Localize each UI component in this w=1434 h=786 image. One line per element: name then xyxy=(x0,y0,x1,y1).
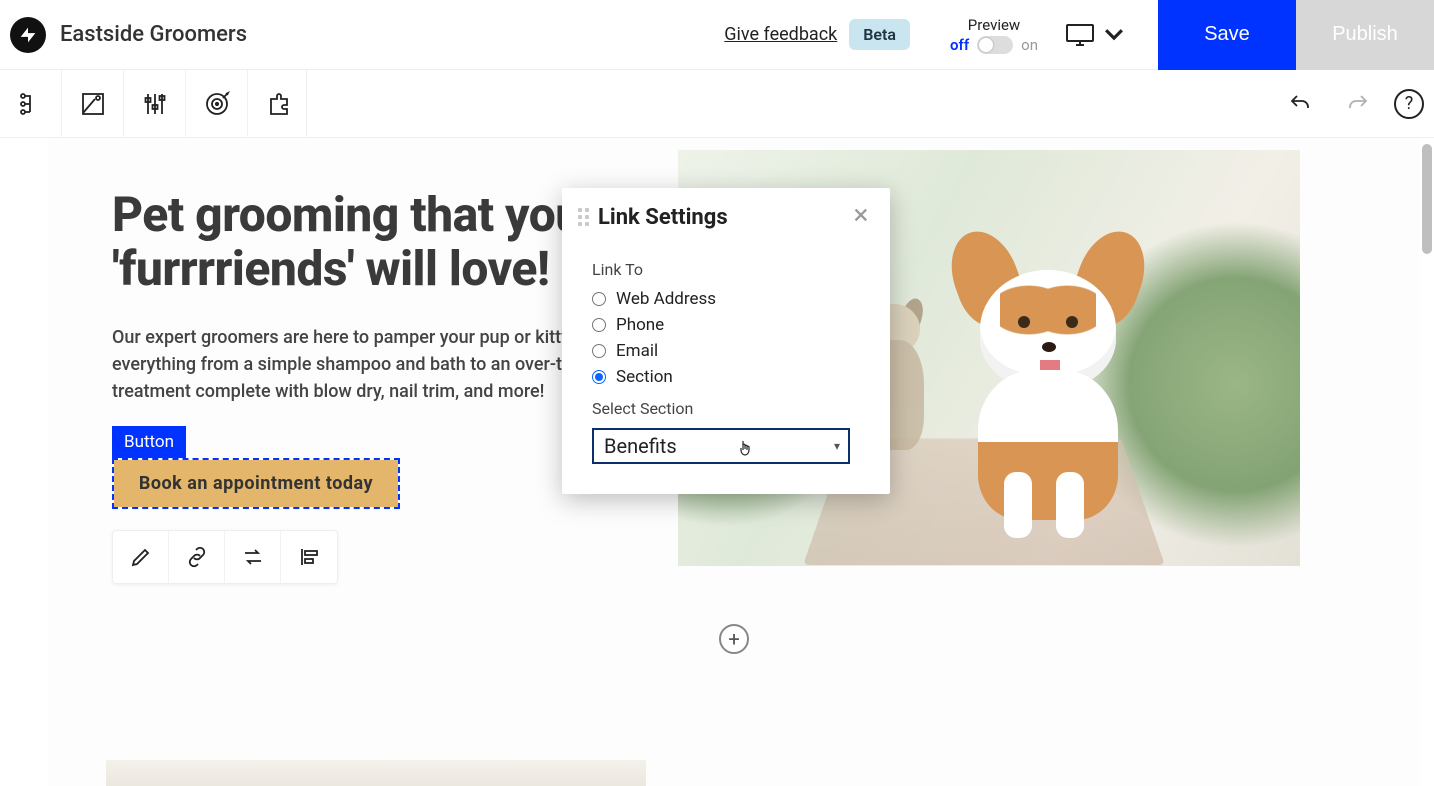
section-select[interactable]: Benefits ▾ xyxy=(592,428,850,464)
cta-button[interactable]: Book an appointment today xyxy=(114,460,398,507)
radio-web-address[interactable]: Web Address xyxy=(592,289,860,309)
align-button[interactable] xyxy=(281,531,337,583)
radio-label: Section xyxy=(616,367,673,387)
swap-button[interactable] xyxy=(225,531,281,583)
radio-phone[interactable]: Phone xyxy=(592,315,860,335)
publish-button: Publish xyxy=(1296,0,1434,70)
desktop-icon xyxy=(1066,24,1094,46)
radio-input[interactable] xyxy=(592,344,606,358)
help-label: ? xyxy=(1405,93,1414,114)
scrollbar-thumb[interactable] xyxy=(1422,144,1432,254)
next-section-peek xyxy=(106,760,646,786)
add-section-button[interactable]: + xyxy=(719,624,749,654)
edit-button[interactable] xyxy=(113,531,169,583)
redo-button xyxy=(1336,82,1380,126)
radio-input[interactable] xyxy=(592,370,606,384)
save-button[interactable]: Save xyxy=(1158,0,1296,70)
preview-on-label: on xyxy=(1021,36,1038,54)
selection-outline: Book an appointment today xyxy=(112,458,400,509)
radio-label: Phone xyxy=(616,315,664,335)
style-tool[interactable] xyxy=(62,70,124,138)
app-logo[interactable] xyxy=(10,17,46,53)
radio-section[interactable]: Section xyxy=(592,367,860,387)
toolrow: ? xyxy=(0,70,1434,138)
topbar: Eastside Groomers Give feedback Beta Pre… xyxy=(0,0,1434,70)
radio-email[interactable]: Email xyxy=(592,341,860,361)
link-button[interactable] xyxy=(169,531,225,583)
drag-handle-icon[interactable] xyxy=(578,208,590,226)
beta-badge: Beta xyxy=(849,19,910,50)
cursor-pointer-icon xyxy=(738,438,752,456)
close-button[interactable]: × xyxy=(848,204,874,230)
radio-label: Email xyxy=(616,341,658,361)
device-selector[interactable] xyxy=(1066,24,1128,46)
element-toolbar xyxy=(112,530,338,584)
preview-label: Preview xyxy=(968,16,1020,34)
preview-toggle[interactable] xyxy=(977,36,1013,54)
link-to-label: Link To xyxy=(592,260,860,279)
link-settings-popup: Link Settings × Link To Web Address Phon… xyxy=(562,188,890,494)
selected-element: Button Book an appointment today xyxy=(112,426,400,509)
dog-primary xyxy=(938,230,1158,530)
preview-off-label: off xyxy=(950,36,969,54)
undo-button[interactable] xyxy=(1278,82,1322,126)
sliders-tool[interactable] xyxy=(124,70,186,138)
page-title: Eastside Groomers xyxy=(60,22,247,47)
radio-input[interactable] xyxy=(592,318,606,332)
chevron-down-icon xyxy=(1100,24,1128,46)
popup-title: Link Settings xyxy=(598,205,728,230)
target-tool[interactable] xyxy=(186,70,248,138)
preview-control: Preview off on xyxy=(950,16,1038,54)
help-button[interactable]: ? xyxy=(1394,89,1424,119)
radio-input[interactable] xyxy=(592,292,606,306)
section-select-value: Benefits xyxy=(604,434,677,458)
give-feedback-link[interactable]: Give feedback xyxy=(724,24,837,45)
structure-tool[interactable] xyxy=(0,70,62,138)
chevron-down-icon: ▾ xyxy=(834,439,840,453)
integrations-tool[interactable] xyxy=(248,70,310,138)
select-section-label: Select Section xyxy=(592,399,860,418)
selection-tag: Button xyxy=(112,426,186,458)
radio-label: Web Address xyxy=(616,289,716,309)
